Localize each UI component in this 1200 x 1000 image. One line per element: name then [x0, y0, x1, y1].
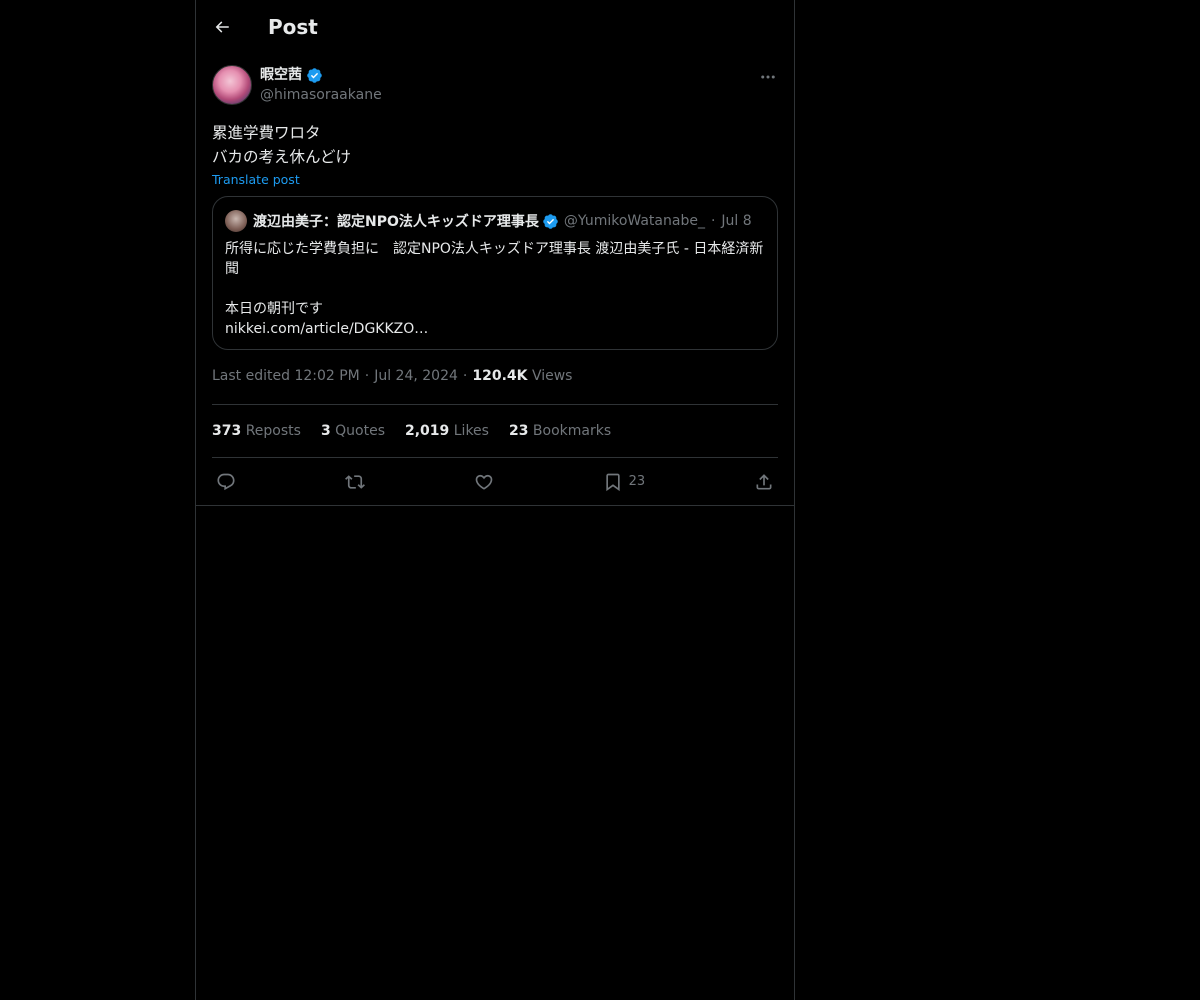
reposts-count: 373 [212, 423, 242, 439]
bookmarks-stat[interactable]: 23 Bookmarks [509, 423, 611, 439]
reposts-stat[interactable]: 373 Reposts [212, 423, 301, 439]
bookmarks-count: 23 [508, 423, 529, 439]
quotes-count: 3 [320, 423, 331, 439]
post-text-line-2: バカの考え休んどけ [212, 148, 352, 166]
post-meta: Last edited 12:02 PM · Jul 24, 2024 · 120.4K… [212, 368, 778, 388]
quoted-avatar [225, 210, 247, 232]
author-display-name-row: 暇空茜 [260, 65, 382, 85]
edited-timestamp[interactable]: Last edited 12:02 PM [212, 368, 360, 384]
author-names: 暇空茜 @himasoraakane [260, 65, 382, 105]
views-count: 120.4K [472, 368, 528, 384]
reply-icon [217, 473, 235, 490]
likes-count: 2,019 [405, 423, 450, 439]
post-date[interactable]: Jul 24, 2024 [374, 368, 458, 384]
like-button[interactable] [474, 472, 494, 492]
quoted-post-header: 渡辺由美子：認定NPO法人キッズドア理事長 @YumikoWatanabe_ ·… [225, 209, 765, 233]
engagement-stats: 373 Reposts 3 Quotes 2,019 Likes 23 Book… [212, 405, 778, 457]
post-author: 暇空茜 @himasoraakane [212, 65, 778, 107]
likes-label: Likes [453, 423, 489, 439]
meta-separator-2: · [462, 368, 468, 384]
main-column: Post 暇空茜 @himasoraakane 累進学費ワロタ バカの考え休んど… [195, 0, 795, 1000]
quoted-date: Jul 8 [721, 213, 752, 229]
arrow-left-icon [215, 21, 229, 33]
post: 暇空茜 @himasoraakane 累進学費ワロタ バカの考え休んどけ Tra… [196, 65, 794, 506]
quoted-post-text: 所得に応じた学費負担に 認定NPO法人キッズドア理事長 渡辺由美子氏 - 日本経… [225, 241, 764, 337]
quoted-separator: · [710, 213, 716, 229]
repost-icon [344, 474, 365, 489]
likes-stat[interactable]: 2,019 Likes [405, 423, 489, 439]
translate-post-link[interactable]: Translate post [212, 172, 300, 187]
author-handle[interactable]: @himasoraakane [260, 85, 382, 105]
post-text: 累進学費ワロタ バカの考え休んどけ [212, 121, 778, 169]
reposts-label: Reposts [245, 423, 301, 439]
avatar[interactable] [212, 65, 252, 105]
share-icon [756, 473, 772, 489]
bookmarks-label: Bookmarks [532, 423, 612, 439]
more-options-button[interactable] [758, 67, 778, 87]
share-button[interactable] [754, 472, 774, 492]
quoted-handle: @YumikoWatanabe_ [563, 213, 705, 229]
page-title: Post [268, 15, 318, 39]
reply-button[interactable] [216, 472, 236, 492]
post-text-line-1: 累進学費ワロタ [212, 124, 321, 142]
quoted-display-name: 渡辺由美子：認定NPO法人キッズドア理事長 [253, 214, 539, 230]
bookmark-button[interactable]: 23 [603, 472, 646, 492]
verified-badge-icon [306, 67, 323, 84]
page-header: Post [196, 0, 794, 54]
quotes-label: Quotes [335, 423, 385, 439]
action-bar: 23 [212, 458, 778, 505]
meta-separator: · [364, 368, 370, 384]
bookmark-icon [605, 473, 620, 491]
more-horizontal-icon [761, 75, 775, 79]
author-display-name[interactable]: 暇空茜 [260, 65, 302, 85]
repost-button[interactable] [344, 472, 365, 492]
bookmark-count: 23 [628, 474, 646, 489]
quotes-stat[interactable]: 3 Quotes [321, 423, 385, 439]
heart-icon [475, 474, 493, 490]
views-label: Views [531, 368, 573, 384]
back-button[interactable] [212, 17, 232, 37]
quoted-verified-badge-icon [542, 213, 559, 230]
quoted-post[interactable]: 渡辺由美子：認定NPO法人キッズドア理事長 @YumikoWatanabe_ ·… [212, 196, 778, 350]
